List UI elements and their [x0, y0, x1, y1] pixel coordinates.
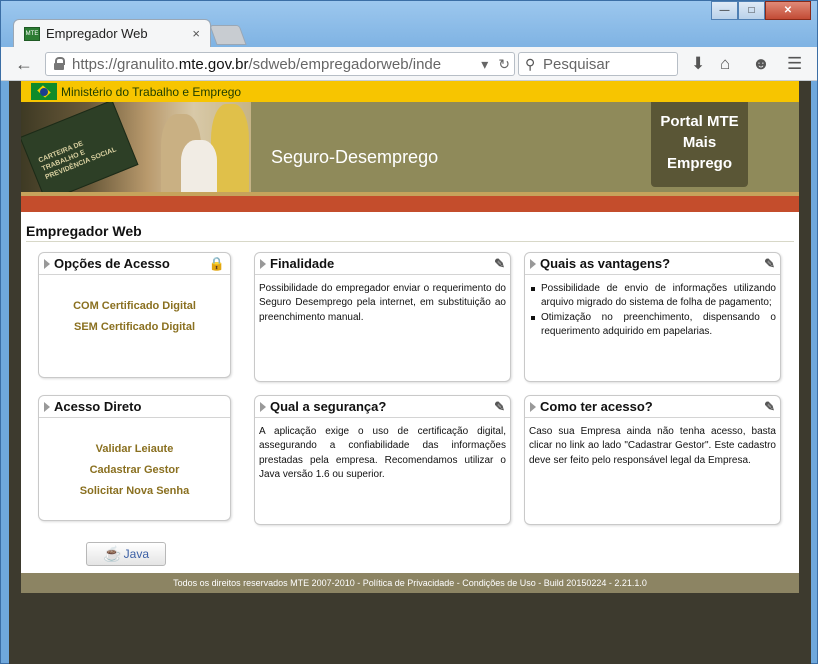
- portal-line: Mais: [682, 134, 717, 151]
- notebook-icon: ✎: [764, 256, 775, 271]
- advantages-list: Possibilidade de envio de informações ut…: [529, 282, 776, 340]
- hero-title: Seguro-Desemprego: [271, 147, 439, 167]
- window-controls: — □ ✕: [711, 1, 811, 20]
- box-como-acesso: Como ter acesso? ✎ Caso sua Empresa aind…: [524, 395, 781, 525]
- dropdown-icon[interactable]: ▾: [481, 56, 488, 73]
- menu-icon[interactable]: ☰: [787, 54, 802, 74]
- tab-empregador-web[interactable]: MTE Empregador Web ×: [13, 19, 211, 47]
- back-arrow-icon[interactable]: ←: [15, 54, 33, 75]
- box-title: Opções de Acesso: [54, 256, 170, 271]
- box-header: Como ter acesso? ✎: [525, 396, 780, 418]
- download-icon[interactable]: ⬇: [691, 54, 705, 74]
- smiley-icon[interactable]: ☻: [752, 54, 770, 74]
- box-title: Como ter acesso?: [540, 399, 653, 414]
- box-vantagens: Quais as vantagens? ✎ Possibilidade de e…: [524, 252, 781, 382]
- portal-line: Portal MTE: [660, 113, 739, 130]
- box-header: Finalidade ✎: [255, 253, 510, 275]
- work-card-image: CARTEIRA DE TRABALHO E PREVIDÊNCIA SOCIA…: [21, 102, 139, 192]
- link-sem-certificado[interactable]: SEM Certificado Digital: [39, 321, 230, 333]
- maximize-icon[interactable]: □: [738, 1, 765, 20]
- reload-icon[interactable]: ↻: [498, 56, 510, 73]
- page-content: Ministério do Trabalho e Emprego CARTEIR…: [21, 81, 799, 593]
- box-header: Quais as vantagens? ✎: [525, 253, 780, 275]
- page-footer: Todos os direitos reservados MTE 2007-20…: [21, 573, 799, 593]
- url-bar[interactable]: https://granulito. mte.gov.br/sdweb/empre…: [45, 52, 515, 76]
- box-finalidade: Finalidade ✎ Possibilidade do empregador…: [254, 252, 511, 382]
- navigation-toolbar: ← https://granulito. mte.gov.br/sdweb/emp…: [1, 47, 817, 81]
- link-solicitar-senha[interactable]: Solicitar Nova Senha: [39, 485, 230, 497]
- link-com-certificado[interactable]: COM Certificado Digital: [39, 300, 230, 312]
- worker-figure: [181, 140, 217, 192]
- workers-photo: CARTEIRA DE TRABALHO E PREVIDÊNCIA SOCIA…: [21, 102, 251, 192]
- box-title: Acesso Direto: [54, 399, 142, 414]
- decorative-stripes: [21, 192, 799, 212]
- box-acesso-direto: Acesso Direto Validar Leiaute Cadastrar …: [38, 395, 231, 521]
- notebook-icon: ✎: [494, 399, 505, 414]
- lock-icon: [54, 57, 65, 70]
- minimize-icon[interactable]: —: [711, 1, 738, 20]
- box-text: Possibilidade do empregador enviar o req…: [259, 283, 506, 323]
- box-title: Finalidade: [270, 256, 335, 271]
- hero-banner: CARTEIRA DE TRABALHO E PREVIDÊNCIA SOCIA…: [21, 102, 799, 192]
- url-path: /sdweb/empregadorweb/inde: [248, 55, 442, 73]
- url-actions: ▾ ↻: [481, 56, 510, 73]
- title-bar: — □ ✕ MTE Empregador Web ×: [1, 1, 817, 47]
- section-title: Empregador Web: [26, 223, 142, 239]
- java-label: Java: [123, 547, 150, 561]
- url-host: mte.gov.br: [178, 55, 249, 73]
- brazil-flag-icon: [31, 83, 57, 100]
- box-header: Acesso Direto: [39, 396, 230, 418]
- box-opcoes-acesso: Opções de Acesso 🔒 COM Certificado Digit…: [38, 252, 231, 378]
- stripe-red: [21, 196, 799, 212]
- portal-mte-logo[interactable]: Portal MTE Mais Emprego: [651, 102, 748, 187]
- link-cadastrar-gestor[interactable]: Cadastrar Gestor: [39, 464, 230, 476]
- tab-title: Empregador Web: [46, 26, 148, 41]
- tab-close-icon[interactable]: ×: [192, 26, 200, 41]
- notebook-icon: ✎: [494, 256, 505, 271]
- gov-bar: Ministério do Trabalho e Emprego: [21, 81, 799, 102]
- box-title: Quais as vantagens?: [540, 256, 671, 271]
- box-text: Caso sua Empresa ainda não tenha acesso,…: [529, 426, 776, 466]
- url-prefix: https://granulito.: [72, 55, 179, 73]
- notebook-icon: ✎: [764, 399, 775, 414]
- section-divider: [26, 241, 794, 242]
- search-icon: ⚲: [525, 56, 536, 72]
- java-cup-icon: ☕: [102, 546, 122, 563]
- box-header: Opções de Acesso 🔒: [39, 253, 230, 275]
- box-seguranca: Qual a segurança? ✎ A aplicação exige o …: [254, 395, 511, 525]
- home-icon[interactable]: ⌂: [720, 54, 730, 74]
- box-title: Qual a segurança?: [270, 399, 387, 414]
- java-button[interactable]: ☕ Java: [86, 542, 166, 566]
- new-tab-button[interactable]: [209, 25, 247, 45]
- link-validar-leiaute[interactable]: Validar Leiaute: [39, 443, 230, 455]
- search-placeholder: Pesquisar: [543, 55, 610, 73]
- mte-favicon-icon: MTE: [24, 26, 40, 41]
- page-viewport: Ministério do Trabalho e Emprego CARTEIR…: [9, 81, 811, 664]
- box-text: A aplicação exige o uso de certificação …: [259, 426, 506, 481]
- browser-window: — □ ✕ MTE Empregador Web × ← https://gra…: [0, 0, 818, 664]
- close-icon[interactable]: ✕: [765, 1, 811, 20]
- padlock-icon: 🔒: [208, 256, 225, 271]
- list-item: Otimização no preenchimento, dispensando…: [529, 311, 776, 340]
- ministry-label: Ministério do Trabalho e Emprego: [61, 84, 242, 99]
- portal-line: Emprego: [666, 155, 732, 172]
- search-input[interactable]: ⚲ Pesquisar: [518, 52, 678, 76]
- list-item: Possibilidade de envio de informações ut…: [529, 282, 776, 311]
- box-header: Qual a segurança? ✎: [255, 396, 510, 418]
